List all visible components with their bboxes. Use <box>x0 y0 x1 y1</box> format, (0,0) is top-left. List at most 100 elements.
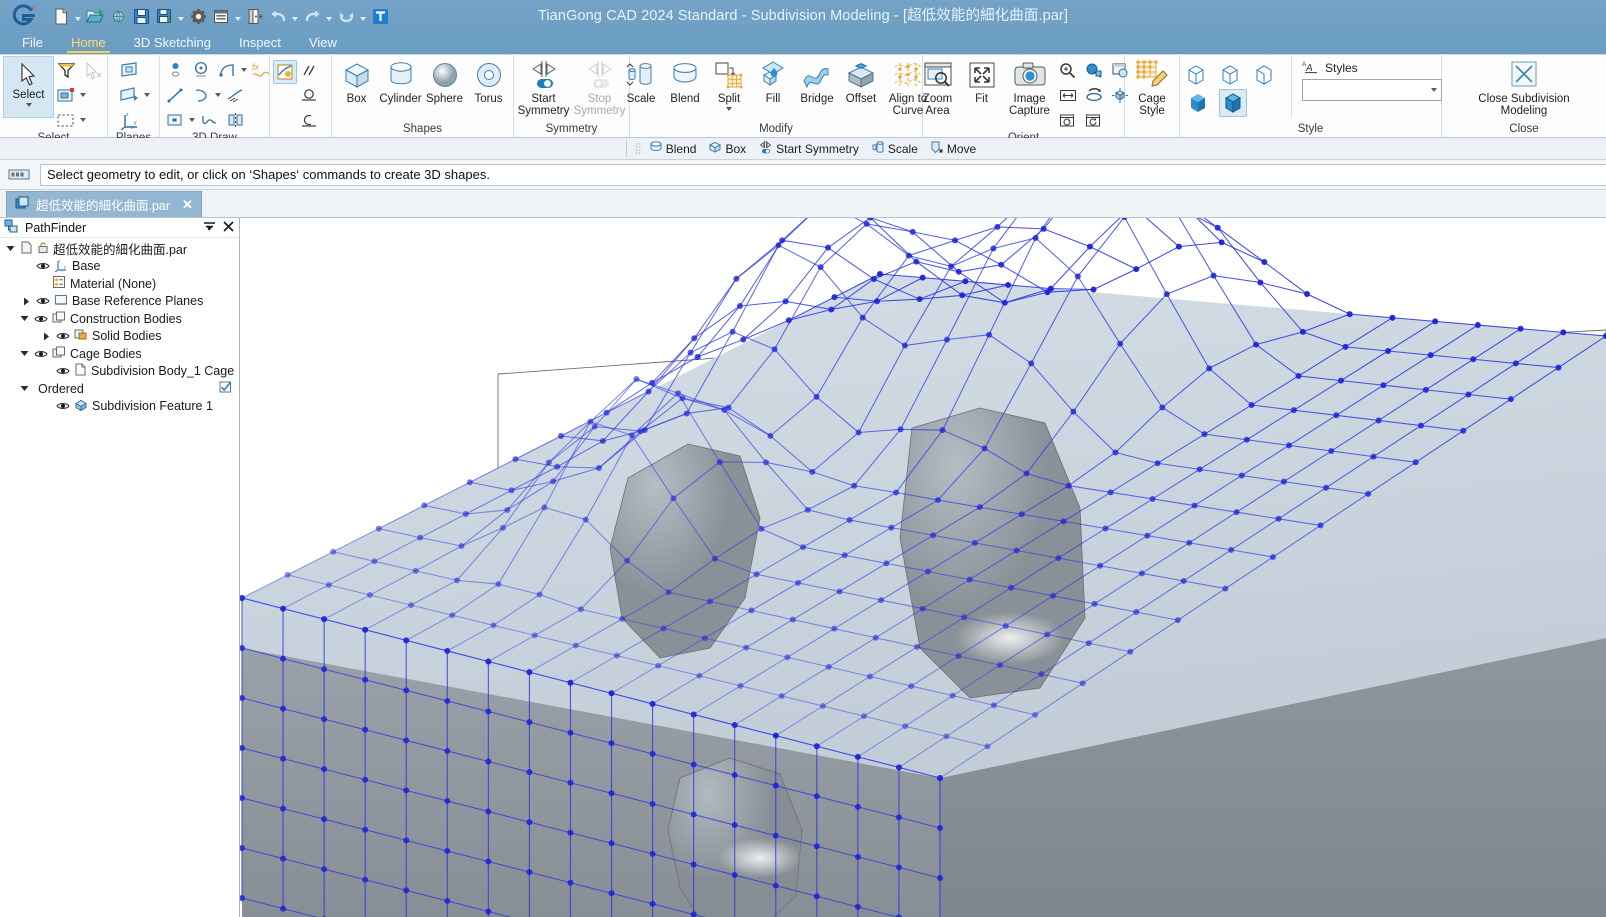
select-window-icon[interactable] <box>54 83 78 107</box>
rectangle-caret[interactable] <box>189 118 195 122</box>
shaded-edges-cube-icon[interactable] <box>1219 89 1247 117</box>
curve-icon[interactable] <box>189 83 213 107</box>
new-document-button[interactable] <box>50 4 72 28</box>
tab-inspect[interactable]: Inspect <box>225 33 295 54</box>
pathfinder-tree[interactable]: 超低效能的細化曲面.par zyx Base Material (None) B… <box>0 238 239 917</box>
command-start-symmetry[interactable]: Start Symmetry <box>754 140 863 157</box>
tree-item-construction-bodies[interactable]: Construction Bodies <box>0 310 239 328</box>
refresh-view-icon[interactable] <box>1082 108 1106 132</box>
visible-edges-cube-icon[interactable] <box>1251 62 1277 88</box>
command-move[interactable]: Move <box>926 140 980 157</box>
tab-view[interactable]: View <box>295 33 351 54</box>
tree-item-cage-bodies[interactable]: Cage Bodies <box>0 345 239 363</box>
select-dropdown-caret[interactable] <box>25 103 32 107</box>
cylinder-shape-button[interactable]: Cylinder <box>379 56 423 105</box>
zoom-area-button[interactable]: Zoom Area <box>916 56 960 117</box>
mirror-curve-icon[interactable] <box>223 108 247 132</box>
save-as-caret[interactable] <box>176 4 186 28</box>
selection-filter-icon[interactable] <box>54 58 78 82</box>
command-blend[interactable]: Blend <box>645 140 701 157</box>
viewport-scene[interactable] <box>240 218 1606 917</box>
bridge-button[interactable]: Bridge <box>795 56 839 105</box>
document-tab[interactable]: 超低效能的細化曲面.par ✕ <box>6 191 202 217</box>
tree-item-material[interactable]: Material (None) <box>0 275 239 293</box>
tree-item-subdivision-body-cage[interactable]: Subdivision Body_1 Cage <box>0 363 239 381</box>
check-box-icon[interactable] <box>219 381 232 396</box>
globe-icon[interactable] <box>107 4 129 28</box>
derived-curve-icon[interactable] <box>223 83 247 107</box>
menu-down-icon[interactable] <box>202 221 216 235</box>
select-fence-caret[interactable] <box>80 118 86 122</box>
visibility-eye-icon[interactable] <box>36 296 50 306</box>
ribbon-tab-strip[interactable]: File Home 3D Sketching Inspect View <box>0 32 1606 54</box>
twisty-right-icon[interactable] <box>20 297 32 306</box>
tab-3d-sketching[interactable]: 3D Sketching <box>120 33 225 54</box>
tree-item-solid-bodies[interactable]: Solid Bodies <box>0 328 239 346</box>
visibility-eye-icon[interactable] <box>56 331 70 341</box>
deselect-icon[interactable] <box>80 58 104 82</box>
undo-button[interactable] <box>267 4 289 28</box>
pan-icon[interactable] <box>1082 58 1106 82</box>
keypoint-curve-icon[interactable] <box>273 60 297 84</box>
select-fence-icon[interactable] <box>54 108 78 132</box>
tangent-relation-icon[interactable] <box>297 83 321 107</box>
quick-access-toolbar[interactable] <box>50 4 391 28</box>
repeat-button[interactable] <box>335 4 357 28</box>
new-document-caret[interactable] <box>73 4 83 28</box>
tab-file[interactable]: File <box>8 33 57 54</box>
command-box[interactable]: Box <box>704 140 750 157</box>
text-tool-button[interactable] <box>369 4 391 28</box>
sphere-shape-button[interactable]: Sphere <box>423 56 467 105</box>
command-scale[interactable]: Scale <box>867 140 922 157</box>
rectangle-icon[interactable] <box>163 108 187 132</box>
zoom-fit-width-icon[interactable] <box>1056 83 1080 107</box>
visibility-eye-icon[interactable] <box>36 261 50 271</box>
open-folder-button[interactable] <box>84 4 106 28</box>
shaded-cube-icon[interactable] <box>1185 90 1211 116</box>
arc-caret[interactable] <box>241 68 247 72</box>
plane-icon[interactable] <box>118 58 142 82</box>
repeat-caret[interactable] <box>358 4 368 28</box>
styles-dropdown-caret[interactable] <box>1431 88 1437 92</box>
command-bar-grip[interactable] <box>635 142 641 156</box>
redo-caret[interactable] <box>324 4 334 28</box>
twisty-right-icon[interactable] <box>40 332 52 341</box>
zoom-in-icon[interactable] <box>1056 58 1080 82</box>
angled-plane-caret[interactable] <box>143 93 150 97</box>
visibility-eye-icon[interactable] <box>34 349 48 359</box>
visibility-eye-icon[interactable] <box>34 314 48 324</box>
document-tab-bar[interactable]: 超低效能的細化曲面.par ✕ <box>0 190 1606 218</box>
tab-home[interactable]: Home <box>57 33 120 54</box>
save-button[interactable] <box>130 4 152 28</box>
undo-caret[interactable] <box>290 4 300 28</box>
offset-button[interactable]: Offset <box>839 56 883 105</box>
redo-button[interactable] <box>301 4 323 28</box>
arc-icon[interactable] <box>215 58 239 82</box>
cage-style-button[interactable]: Cage Style <box>1128 56 1176 117</box>
start-symmetry-button[interactable]: Start Symmetry <box>516 56 572 117</box>
document-tab-close-icon[interactable]: ✕ <box>182 197 193 213</box>
close-subdivision-modeling-button[interactable]: Close Subdivision Modeling <box>1459 56 1589 117</box>
visibility-eye-icon[interactable] <box>56 401 70 411</box>
tree-item-base-reference-planes[interactable]: Base Reference Planes <box>0 293 239 311</box>
twisty-down-icon[interactable] <box>18 384 30 393</box>
split-button[interactable]: Split <box>707 56 751 111</box>
properties-caret[interactable] <box>233 4 243 28</box>
box-shape-button[interactable]: Box <box>335 56 379 105</box>
3d-viewport[interactable] <box>240 218 1606 917</box>
coordinate-system-icon[interactable]: zyx <box>118 108 142 132</box>
split-dropdown-caret[interactable] <box>726 107 732 111</box>
tree-item-base[interactable]: zyx Base <box>0 258 239 276</box>
select-window-caret[interactable] <box>80 93 86 97</box>
wireframe-cube-icon[interactable] <box>1183 62 1209 88</box>
twisty-down-icon[interactable] <box>4 244 16 253</box>
point-icon[interactable] <box>163 58 187 82</box>
select-button[interactable]: Select <box>3 56 54 118</box>
visibility-eye-icon[interactable] <box>56 366 70 376</box>
properties-icon[interactable] <box>210 4 232 28</box>
angled-plane-icon[interactable] <box>118 83 142 107</box>
styles-combo[interactable] <box>1302 79 1442 101</box>
parallel-relation-icon[interactable] <box>297 58 321 82</box>
curve-caret[interactable] <box>215 93 221 97</box>
fill-button[interactable]: Fill <box>751 56 795 105</box>
